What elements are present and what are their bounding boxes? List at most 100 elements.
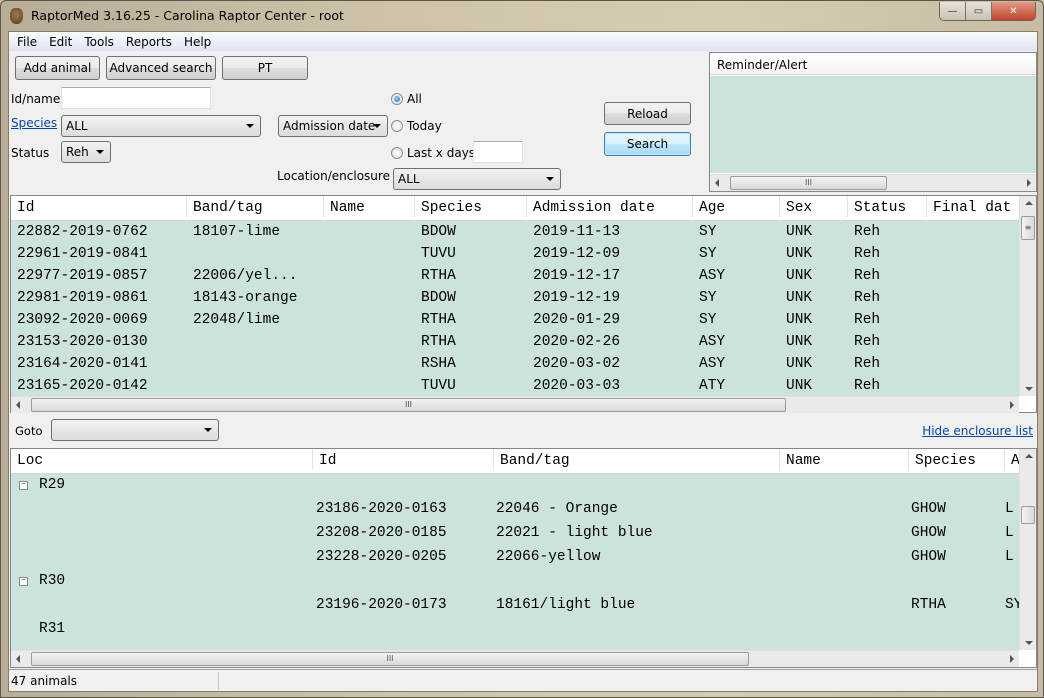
cell-age: SY xyxy=(699,312,717,328)
cell-species: GHOW xyxy=(911,525,946,541)
table-row[interactable]: 23165-2020-0142 TUVU 2020-03-03 ATY UNK Reh xyxy=(11,375,1019,396)
species-link[interactable]: Species xyxy=(11,116,57,130)
close-button[interactable]: ✕ xyxy=(992,2,1035,20)
scroll-right-icon[interactable] xyxy=(1010,655,1014,663)
scroll-thumb[interactable]: ≡ xyxy=(1021,216,1035,240)
table-row[interactable]: 22977-2019-0857 22006/yel... RTHA 2019-12-1… xyxy=(11,265,1019,287)
scroll-thumb[interactable] xyxy=(1021,506,1035,524)
radio-today-label: Today xyxy=(407,119,442,133)
scroll-thumb[interactable]: III xyxy=(31,652,749,666)
status-select[interactable]: Reh xyxy=(61,141,111,163)
cell-admission-date: 2020-03-03 xyxy=(533,378,621,394)
cell-age: L xyxy=(1005,501,1014,517)
hide-enclosure-list-link[interactable]: Hide enclosure list xyxy=(922,424,1033,438)
pt-button[interactable]: PT xyxy=(222,56,308,80)
scroll-left-icon[interactable] xyxy=(715,179,719,187)
radio-today[interactable]: Today xyxy=(391,119,442,133)
animals-horizontal-scrollbar[interactable]: III xyxy=(11,396,1019,413)
advanced-search-button[interactable]: Advanced search xyxy=(106,56,216,80)
col-header-final-date[interactable]: Final dat xyxy=(927,196,1019,217)
scroll-left-icon[interactable] xyxy=(16,655,20,663)
col-header-sex[interactable]: Sex xyxy=(780,196,848,217)
search-button[interactable]: Search xyxy=(604,132,691,156)
cell-sex: UNK xyxy=(786,378,813,394)
cell-sex: UNK xyxy=(786,224,813,240)
scroll-thumb[interactable]: III xyxy=(730,176,887,190)
table-row[interactable]: 23208-2020-0185 22021 - light blue GHOW L xyxy=(11,522,1019,546)
chevron-down-icon xyxy=(204,428,212,432)
cell-age: ASY xyxy=(699,334,726,350)
cell-species: TUVU xyxy=(421,246,456,262)
scroll-left-icon[interactable] xyxy=(16,401,20,409)
col-header-species[interactable]: Species xyxy=(415,196,527,217)
id-name-input[interactable] xyxy=(61,87,211,109)
table-row[interactable]: 23092-2020-0069 22048/lime RTHA 2020-01-29 S… xyxy=(11,309,1019,331)
minimize-button[interactable]: — xyxy=(940,2,966,20)
col-header-band-tag[interactable]: Band/tag xyxy=(187,196,324,217)
alert-horizontal-scrollbar[interactable]: III xyxy=(710,174,1036,191)
col-header-admission-date[interactable]: Admission date xyxy=(527,196,693,217)
table-row[interactable]: 23164-2020-0141 RSHA 2020-03-02 ASY UNK Reh xyxy=(11,353,1019,375)
id-name-label: Id/name xyxy=(11,92,61,106)
col-header-species[interactable]: Species xyxy=(909,449,1005,470)
col-header-age[interactable]: A xyxy=(1005,449,1019,470)
table-row[interactable]: 23153-2020-0130 RTHA 2020-02-26 ASY UNK Reh xyxy=(11,331,1019,353)
col-header-name[interactable]: Name xyxy=(780,449,909,470)
enclosure-group-row[interactable]: − R29 xyxy=(11,474,1019,498)
scroll-down-icon[interactable] xyxy=(1025,387,1033,391)
reminder-alert-list[interactable] xyxy=(710,76,1036,173)
cell-species: BDOW xyxy=(421,290,456,306)
cell-status: Reh xyxy=(854,312,881,328)
enclosure-horizontal-scrollbar[interactable]: III xyxy=(11,650,1019,667)
animals-grid: Id Band/tag Name Species Admission date … xyxy=(11,196,1019,396)
col-header-status[interactable]: Status xyxy=(848,196,927,217)
enclosure-vertical-scrollbar[interactable] xyxy=(1019,449,1036,650)
reload-button[interactable]: Reload xyxy=(604,102,691,125)
col-header-id[interactable]: Id xyxy=(11,196,187,217)
scroll-right-icon[interactable] xyxy=(1010,401,1014,409)
animals-vertical-scrollbar[interactable]: ≡ xyxy=(1019,196,1036,396)
maximize-button[interactable]: ▭ xyxy=(966,2,992,20)
radio-selected-icon xyxy=(391,93,403,105)
menu-reports[interactable]: Reports xyxy=(120,35,178,49)
table-row[interactable]: 22961-2019-0841 TUVU 2019-12-09 SY UNK Reh xyxy=(11,243,1019,265)
last-x-days-input[interactable] xyxy=(473,141,523,163)
cell-age: SY xyxy=(699,246,717,262)
col-header-age[interactable]: Age xyxy=(693,196,780,217)
date-field-select[interactable]: Admission date xyxy=(278,115,388,137)
cell-id: 22882-2019-0762 xyxy=(17,224,148,240)
menu-edit[interactable]: Edit xyxy=(43,35,78,49)
table-row[interactable]: 23186-2020-0163 22046 - Orange GHOW L xyxy=(11,498,1019,522)
table-row[interactable]: 23196-2020-0173 18161/light blue RTHA SY xyxy=(11,594,1019,618)
cell-age: L xyxy=(1005,549,1014,565)
col-header-id[interactable]: Id xyxy=(313,449,494,470)
table-row[interactable]: 22882-2019-0762 18107-lime BDOW 2019-11-13 S… xyxy=(11,221,1019,243)
scroll-down-icon[interactable] xyxy=(1025,641,1033,645)
collapse-icon[interactable]: − xyxy=(19,481,28,490)
title-bar[interactable]: RaptorMed 3.16.25 - Carolina Raptor Cent… xyxy=(1,1,1043,31)
table-row[interactable]: 22981-2019-0861 18143-orange BDOW 2019-12-1… xyxy=(11,287,1019,309)
cell-band-tag: 18143-orange xyxy=(193,290,298,306)
scroll-thumb[interactable]: III xyxy=(31,398,786,412)
scroll-up-icon[interactable] xyxy=(1025,201,1033,205)
menu-help[interactable]: Help xyxy=(178,35,217,49)
col-header-band-tag[interactable]: Band/tag xyxy=(494,449,780,470)
scroll-right-icon[interactable] xyxy=(1027,179,1031,187)
radio-all[interactable]: All xyxy=(391,92,422,106)
enclosure-table-body: − R29 23186-2020-0163 22046 - Orange GHOW L 23… xyxy=(11,474,1019,650)
enclosure-group-row[interactable]: − R30 xyxy=(11,570,1019,594)
species-select[interactable]: ALL xyxy=(61,115,261,137)
col-header-name[interactable]: Name xyxy=(324,196,415,217)
location-select[interactable]: ALL xyxy=(393,168,561,190)
add-animal-button[interactable]: Add animal xyxy=(15,56,100,80)
menu-tools[interactable]: Tools xyxy=(78,35,120,49)
scroll-up-icon[interactable] xyxy=(1025,454,1033,458)
table-row[interactable]: 23228-2020-0205 22066-yellow GHOW L xyxy=(11,546,1019,570)
col-header-loc[interactable]: Loc xyxy=(11,449,313,470)
enclosure-group-row[interactable]: R31 xyxy=(11,618,1019,642)
goto-select[interactable] xyxy=(51,419,219,441)
radio-last-x-days[interactable]: Last x days xyxy=(391,146,475,160)
animal-count: 47 animals xyxy=(11,674,78,688)
menu-file[interactable]: File xyxy=(11,35,43,49)
collapse-icon[interactable]: − xyxy=(19,577,28,586)
